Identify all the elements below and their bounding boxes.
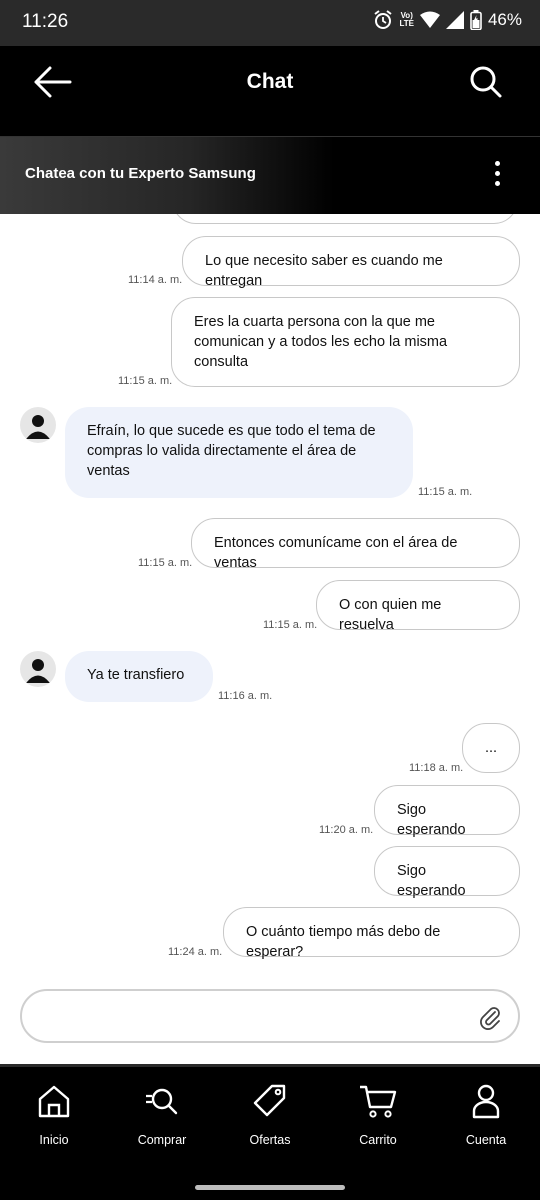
person-icon — [26, 659, 50, 683]
message-text: Entonces comunícame con el área de venta… — [214, 535, 458, 571]
bottom-nav: Inicio Comprar Ofertas Carrito Cuenta — [0, 1064, 540, 1200]
message-bubble: ... — [462, 723, 520, 773]
message-text: O con quien me resuelva — [339, 597, 442, 633]
message-bubble: Sigo esperando — [374, 785, 520, 838]
message-bubble: O cuánto tiempo más debo de esperar? — [223, 907, 520, 960]
message-time: 11:15 a. m. — [118, 375, 173, 387]
message-text: O cuánto tiempo más debo de esperar? — [246, 924, 441, 960]
status-time: 11:26 — [22, 11, 69, 32]
message-bubble: Efraín, lo que sucede es que todo el tem… — [65, 407, 413, 498]
message-text: Sigo esperando — [397, 863, 466, 899]
message-time: 11:18 a. m. — [409, 762, 464, 774]
attach-button[interactable] — [478, 1004, 502, 1030]
search-button[interactable] — [466, 62, 506, 102]
nav-label: Ofertas — [249, 1133, 291, 1147]
signal-icon — [445, 11, 464, 29]
more-options-button[interactable] — [490, 161, 504, 191]
app-bar: Chat — [0, 46, 540, 136]
nav-label: Cuenta — [465, 1133, 507, 1147]
avatar — [20, 651, 56, 687]
message-bubble: Entonces comunícame con el área de venta… — [191, 518, 520, 571]
nav-item-cuenta[interactable]: Cuenta — [441, 1083, 531, 1147]
wifi-icon — [419, 11, 440, 28]
search-list-icon — [146, 1088, 178, 1115]
avatar — [20, 407, 56, 443]
message-time: 11:14 a. m. — [128, 274, 183, 286]
status-icons: Vo) LTE 46% — [373, 10, 522, 30]
message-text: Ya te transfiero — [87, 667, 185, 683]
person-icon — [472, 1084, 500, 1119]
person-icon — [26, 415, 50, 439]
message-bubble: Ya te transfiero — [65, 651, 213, 702]
volte-icon: Vo) LTE — [399, 11, 414, 28]
nav-item-ofertas[interactable]: Ofertas — [225, 1083, 315, 1147]
subheader-title: Chatea con tu Experto Samsung — [25, 165, 256, 182]
message-bubble: Lo que necesito saber es cuando me entre… — [182, 236, 520, 289]
message-input[interactable] — [20, 989, 520, 1043]
message-time: 11:15 a. m. — [418, 486, 473, 498]
chat-messages[interactable]: Lo que necesito saber es cuando me entre… — [0, 214, 540, 1064]
message-time: 11:20 a. m. — [319, 824, 374, 836]
alarm-icon — [374, 10, 393, 29]
message-time: 11:16 a. m. — [218, 690, 273, 702]
tag-icon — [253, 1084, 286, 1117]
cart-icon — [360, 1085, 397, 1118]
message-bubble: O con quien me resuelva — [316, 580, 520, 633]
message-text: Lo que necesito saber es cuando me entre… — [205, 253, 443, 289]
nav-item-carrito[interactable]: Carrito — [333, 1083, 423, 1147]
page-title: Chat — [246, 70, 294, 93]
message-time: 11:15 a. m. — [138, 557, 193, 569]
nav-item-comprar[interactable]: Comprar — [117, 1083, 207, 1147]
paperclip-icon — [480, 1007, 500, 1030]
message-time: 11:24 a. m. — [168, 946, 223, 958]
nav-label: Carrito — [359, 1133, 397, 1147]
message-bubble-partial — [172, 214, 518, 224]
nav-label: Comprar — [137, 1133, 187, 1147]
home-icon — [38, 1085, 70, 1118]
chat-subheader: Chatea con tu Experto Samsung — [0, 136, 540, 214]
message-bubble: Sigo esperando — [374, 846, 520, 899]
message-text: Eres la cuarta persona con la que me com… — [194, 314, 448, 370]
message-text: ... — [484, 740, 498, 756]
nav-label: Inicio — [39, 1133, 69, 1147]
message-text: Sigo esperando — [397, 802, 466, 838]
status-bar: 11:26 Vo) LTE 46% — [0, 0, 540, 46]
nav-item-inicio[interactable]: Inicio — [9, 1083, 99, 1147]
more-vert-icon — [494, 161, 500, 166]
search-icon — [470, 66, 502, 98]
message-time: 11:15 a. m. — [263, 619, 318, 631]
battery-icon — [470, 10, 482, 30]
message-text: Efraín, lo que sucede es que todo el tem… — [87, 423, 376, 479]
message-bubble: Eres la cuarta persona con la que me com… — [171, 297, 520, 387]
home-indicator[interactable] — [195, 1185, 345, 1190]
battery-percent: 46% — [487, 10, 522, 29]
